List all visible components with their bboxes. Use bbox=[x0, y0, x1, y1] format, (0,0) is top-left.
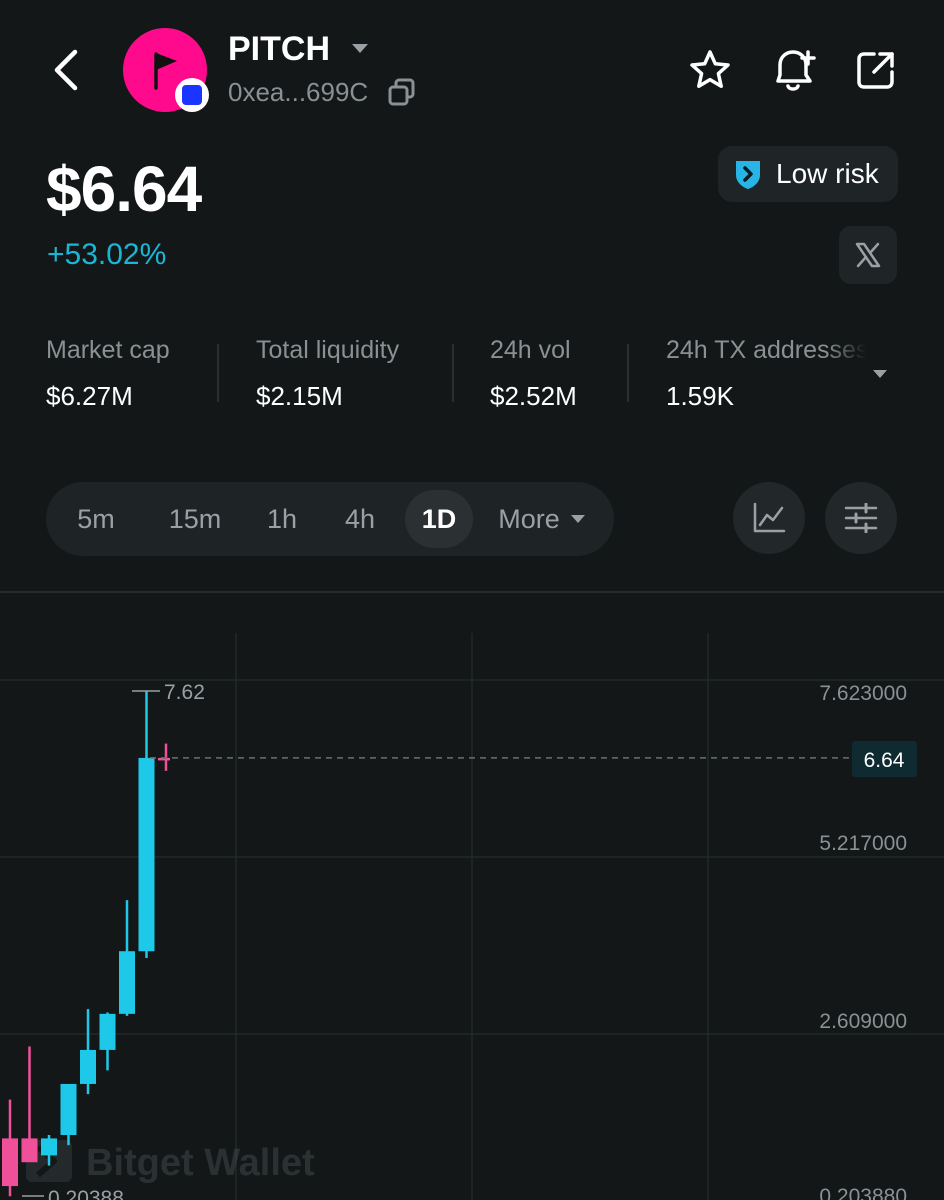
y-tick-label: 5.217000 bbox=[819, 832, 907, 855]
tab-more[interactable]: More bbox=[486, 490, 598, 548]
stats-expand-button[interactable] bbox=[866, 362, 894, 386]
stat-value: $2.52M bbox=[490, 381, 577, 411]
stat-label: Market cap bbox=[46, 336, 170, 364]
candle-body bbox=[2, 1138, 18, 1187]
stat-market-cap: Market cap $6.27M bbox=[46, 336, 170, 412]
stat-24h-vol: 24h vol $2.52M bbox=[490, 336, 577, 412]
tab-4h[interactable]: 4h bbox=[326, 490, 394, 548]
star-icon bbox=[690, 50, 730, 88]
high-label: 7.62 bbox=[164, 681, 205, 704]
token-address-row: 0xea...699C bbox=[228, 74, 418, 110]
stat-value: $6.27M bbox=[46, 381, 133, 411]
x-social-button[interactable] bbox=[839, 226, 897, 284]
tab-more-label: More bbox=[498, 504, 560, 534]
line-chart-icon bbox=[753, 502, 786, 533]
watermark: Bitget Wallet bbox=[26, 1140, 315, 1184]
candle-body bbox=[21, 1138, 38, 1163]
risk-badge[interactable]: Low risk bbox=[718, 146, 898, 202]
candle-body bbox=[119, 951, 135, 1014]
stat-divider bbox=[452, 344, 454, 402]
back-button[interactable] bbox=[40, 42, 92, 98]
caret-down-icon bbox=[352, 44, 368, 53]
bell-plus-icon bbox=[776, 50, 816, 91]
stat-24h-tx-addresses: 24h TX addresses 1.59K bbox=[666, 336, 866, 412]
stat-value: $2.15M bbox=[256, 381, 343, 411]
candlestick-chart[interactable]: Bitget Wallet 7.623000 5.217000 2.609000… bbox=[0, 593, 944, 1200]
current-price-line: 6.64 bbox=[150, 741, 917, 777]
caret-down-icon bbox=[570, 515, 585, 523]
token-address: 0xea...699C bbox=[228, 76, 369, 107]
candles-group bbox=[2, 691, 170, 1197]
candle-body bbox=[99, 1013, 116, 1050]
tab-5m[interactable]: 5m bbox=[60, 490, 132, 548]
external-link-icon bbox=[857, 52, 894, 89]
watermark-text: Bitget Wallet bbox=[86, 1142, 315, 1184]
stat-total-liquidity: Total liquidity $2.15M bbox=[256, 336, 399, 412]
stat-divider bbox=[217, 344, 219, 402]
chevron-left-icon bbox=[54, 49, 78, 91]
tab-15m[interactable]: 15m bbox=[150, 490, 240, 548]
candle-body bbox=[41, 1138, 57, 1156]
add-alert-button[interactable] bbox=[768, 44, 820, 96]
token-selector[interactable]: PITCH bbox=[228, 28, 370, 70]
caret-down-icon bbox=[873, 370, 887, 378]
share-button[interactable] bbox=[852, 46, 900, 94]
tab-1h[interactable]: 1h bbox=[250, 490, 314, 548]
shield-icon bbox=[736, 161, 760, 189]
low-marker: 0.20388 bbox=[22, 1187, 124, 1200]
current-price-label: 6.64 bbox=[864, 749, 905, 772]
price-change: +53.02% bbox=[47, 238, 167, 271]
y-tick-label: 2.609000 bbox=[819, 1010, 907, 1033]
sliders-icon bbox=[844, 503, 878, 533]
stat-value: 1.59K bbox=[666, 381, 734, 411]
tab-1d[interactable]: 1D bbox=[405, 490, 473, 548]
stat-label: 24h vol bbox=[490, 336, 571, 364]
stat-divider bbox=[627, 344, 629, 402]
copy-icon[interactable] bbox=[386, 76, 418, 108]
risk-label: Low risk bbox=[776, 158, 879, 189]
chart-type-button[interactable] bbox=[733, 482, 805, 554]
high-marker: 7.62 bbox=[132, 681, 205, 704]
token-price: $6.64 bbox=[46, 153, 202, 225]
chart-settings-button[interactable] bbox=[825, 482, 897, 554]
y-tick-label: 7.623000 bbox=[819, 682, 907, 705]
chain-badge-icon bbox=[175, 78, 209, 112]
favorite-button[interactable] bbox=[686, 46, 734, 94]
token-name: PITCH bbox=[228, 29, 330, 68]
candle-body bbox=[80, 1049, 96, 1084]
candle-body bbox=[60, 1083, 77, 1136]
timeframe-selector: 5m 15m 1h 4h 1D More bbox=[46, 482, 614, 556]
candle-body bbox=[138, 757, 155, 952]
token-logo bbox=[123, 28, 209, 112]
x-logo-icon bbox=[855, 242, 881, 268]
y-tick-label: 0.203880 bbox=[819, 1185, 907, 1200]
low-label: 0.20388 bbox=[48, 1187, 124, 1200]
stat-label: Total liquidity bbox=[256, 336, 400, 364]
